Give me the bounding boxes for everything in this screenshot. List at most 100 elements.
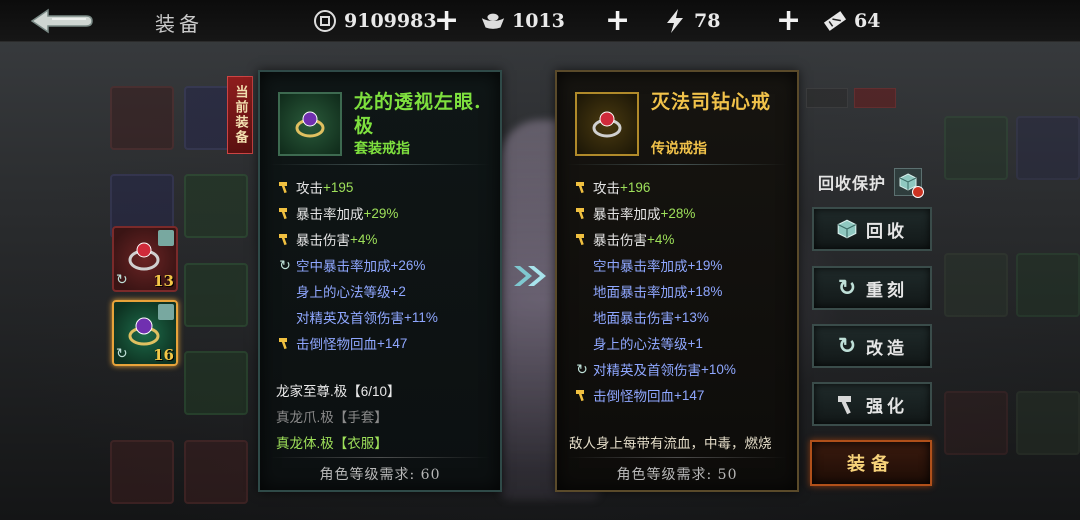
tab[interactable] — [854, 88, 896, 108]
modify-button[interactable]: ↻ 改造 — [812, 324, 932, 368]
stat-row: 身上的心法等级 +2 — [296, 283, 406, 301]
compare-item-stats: 攻击 +196 暴击率加成 +28% 暴击伤害 +4% 空中暴击率加成 +19% 地面暴… — [573, 174, 793, 408]
item-slot-ring-red[interactable]: ↻ 13 — [112, 226, 178, 292]
back-arrow-icon — [30, 8, 93, 34]
compare-item-card: 灭法司钻心戒 传说戒指 攻击 +196 暴击率加成 +28% 暴击伤害 +4% 空中暴… — [555, 70, 799, 492]
reforge-button[interactable]: ↻ 重刻 — [812, 266, 932, 310]
inventory-cell[interactable] — [1016, 390, 1080, 455]
stat-row: 暴击率加成 +28% — [573, 200, 793, 226]
stat-row: 攻击 +196 — [573, 174, 793, 200]
inventory-cell[interactable] — [110, 439, 174, 504]
level-requirement: 角色等级需求: 60 — [319, 467, 441, 483]
current-item-type: 套装戒指 — [354, 141, 410, 157]
current-item-stats: 攻击 +195 暴击率加成 +29% 暴击伤害 +4% ↻ 空中暴击率加成 +26% 身… — [276, 174, 496, 356]
tickets-value: 64 — [854, 10, 881, 32]
compare-item-name: 灭法司钻心戒 — [651, 91, 772, 113]
inventory-cell[interactable] — [944, 116, 1008, 180]
inventory-cell[interactable] — [944, 253, 1008, 318]
inventory-cell[interactable] — [110, 86, 174, 150]
divider — [270, 164, 490, 165]
inventory-cell[interactable] — [1016, 116, 1080, 180]
coin-icon — [312, 8, 338, 34]
resource-tickets: 64 — [822, 4, 880, 38]
ingots-value: 1013 — [512, 10, 565, 32]
compare-item-icon — [575, 92, 639, 156]
inventory-cell[interactable] — [184, 174, 248, 239]
reroll-icon: ↻ — [837, 275, 857, 301]
set-info: 龙家至尊.极【6/10】 真龙爪.极【手套】 真龙体.极【衣服】 — [276, 377, 496, 455]
reroll-icon: ↻ — [279, 256, 291, 273]
inventory-cell[interactable] — [184, 351, 248, 416]
divider — [567, 457, 787, 458]
stat-row: ↻ 空中暴击率加成 +26% — [276, 252, 496, 278]
prohibit-icon — [912, 186, 925, 198]
stat-row: 击倒怪物回血 +147 — [276, 330, 496, 356]
hammer-icon — [276, 232, 294, 246]
stat-row: 暴击伤害 +4% — [276, 226, 496, 252]
reroll-icon: ↻ — [116, 346, 128, 362]
energy-value: 78 — [694, 10, 721, 32]
equip-button[interactable]: 装备 — [810, 440, 932, 486]
reroll-icon: ↻ — [116, 272, 128, 288]
current-equipment-tag: 当前装备 — [227, 76, 253, 154]
compare-item-type: 传说戒指 — [651, 141, 707, 157]
set-piece-owned: 真龙体.极【衣服】 — [276, 436, 388, 451]
item-slot-ring-green-selected[interactable]: ↻ 16 — [112, 300, 178, 366]
hammer-icon — [573, 180, 591, 194]
hammer-icon — [276, 336, 294, 350]
inventory-cell[interactable] — [944, 390, 1008, 455]
reroll-icon: ↻ — [837, 333, 857, 359]
stat-row: 暴击率加成 +29% — [276, 200, 496, 226]
reroll-icon: ↻ — [576, 360, 588, 377]
page-title: 装备 — [155, 12, 203, 36]
set-piece-missing: 真龙爪.极【手套】 — [276, 410, 388, 425]
coins-value: 9109983 — [344, 10, 437, 32]
recycle-protect-toggle[interactable] — [894, 168, 925, 198]
current-item-icon — [278, 92, 342, 156]
ring-icon — [295, 111, 325, 138]
ingot-icon — [480, 8, 506, 34]
top-bar: 装备 9109983 + 1013 + 78 + 64 — [0, 0, 1080, 42]
resource-ingots: 1013 — [480, 4, 565, 38]
divider — [567, 164, 787, 165]
add-ingots-button[interactable]: + — [605, 6, 630, 36]
stat-row: 击倒怪物回血 +147 — [573, 382, 793, 408]
slot-level: 13 — [153, 272, 174, 290]
recycle-button[interactable]: 回收 — [812, 207, 932, 251]
ticket-icon — [822, 8, 848, 34]
right-tabs — [806, 88, 966, 110]
compare-arrow-icon — [514, 266, 546, 286]
resource-coins: 9109983 — [312, 4, 437, 38]
hammer-icon — [573, 232, 591, 246]
lightning-icon — [662, 8, 688, 34]
slot-level: 16 — [153, 346, 174, 364]
stat-row: 暴击伤害 +4% — [573, 226, 793, 252]
recycle-protect: 回收保护 — [818, 168, 925, 198]
right-inventory-grid — [944, 116, 1080, 520]
stat-row: ↻ 对精英及首领伤害 +10% — [573, 356, 793, 382]
special-effect-text: 敌人身上每带有流血，中毒，燃烧 — [569, 436, 772, 451]
ring-icon — [592, 111, 622, 138]
tab[interactable] — [806, 88, 848, 108]
recycle-protect-label: 回收保护 — [818, 174, 887, 193]
inventory-cell[interactable] — [184, 262, 248, 327]
current-item-card: 龙的透视左眼.极 套装戒指 攻击 +195 暴击率加成 +29% 暴击伤害 +4% ↻… — [258, 70, 502, 492]
add-coins-button[interactable]: + — [434, 6, 459, 36]
divider — [270, 457, 490, 458]
stat-row: 地面暴击率加成 +18% — [593, 283, 723, 301]
current-item-name: 龙的透视左眼.极 — [354, 91, 482, 137]
lock-badge-icon — [158, 230, 174, 246]
hammer-icon — [836, 393, 858, 415]
stat-row: 对精英及首领伤害 +11% — [296, 309, 438, 327]
hammer-icon — [573, 206, 591, 220]
hammer-icon — [573, 388, 591, 402]
back-button[interactable] — [28, 6, 94, 36]
inventory-cell[interactable] — [1016, 253, 1080, 318]
level-requirement: 角色等级需求: 50 — [616, 467, 738, 483]
stat-row: 身上的心法等级 +1 — [593, 335, 703, 353]
enhance-button[interactable]: 强化 — [812, 382, 932, 426]
set-title: 龙家至尊.极【6/10】 — [276, 384, 401, 399]
add-energy-button[interactable]: + — [776, 6, 801, 36]
cube-icon — [836, 218, 858, 240]
inventory-cell[interactable] — [184, 439, 248, 504]
